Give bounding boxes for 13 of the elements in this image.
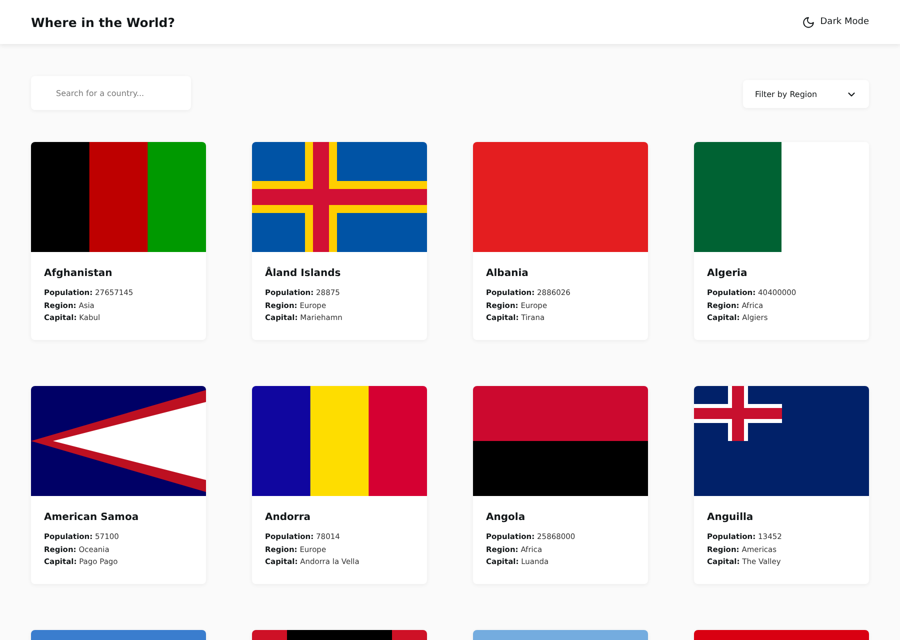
country-name: Angola	[486, 512, 526, 523]
dark-mode-toggle[interactable]: Dark Mode	[802, 14, 869, 30]
country-name: Afghanistan	[44, 268, 114, 279]
search-field[interactable]: Search for a country...	[31, 76, 191, 110]
country-name: Anguilla	[707, 512, 754, 523]
region-filter-dropdown[interactable]: Filter by Region	[743, 80, 869, 108]
country-name: Andorra	[265, 512, 312, 523]
country-name: Albania	[486, 268, 530, 279]
site-title: Where in the World?	[31, 14, 175, 30]
country-name: Algeria	[707, 268, 748, 279]
moon-icon	[802, 16, 816, 28]
country-name: Åland Islands	[265, 268, 342, 279]
country-name: American Samoa	[44, 512, 140, 523]
